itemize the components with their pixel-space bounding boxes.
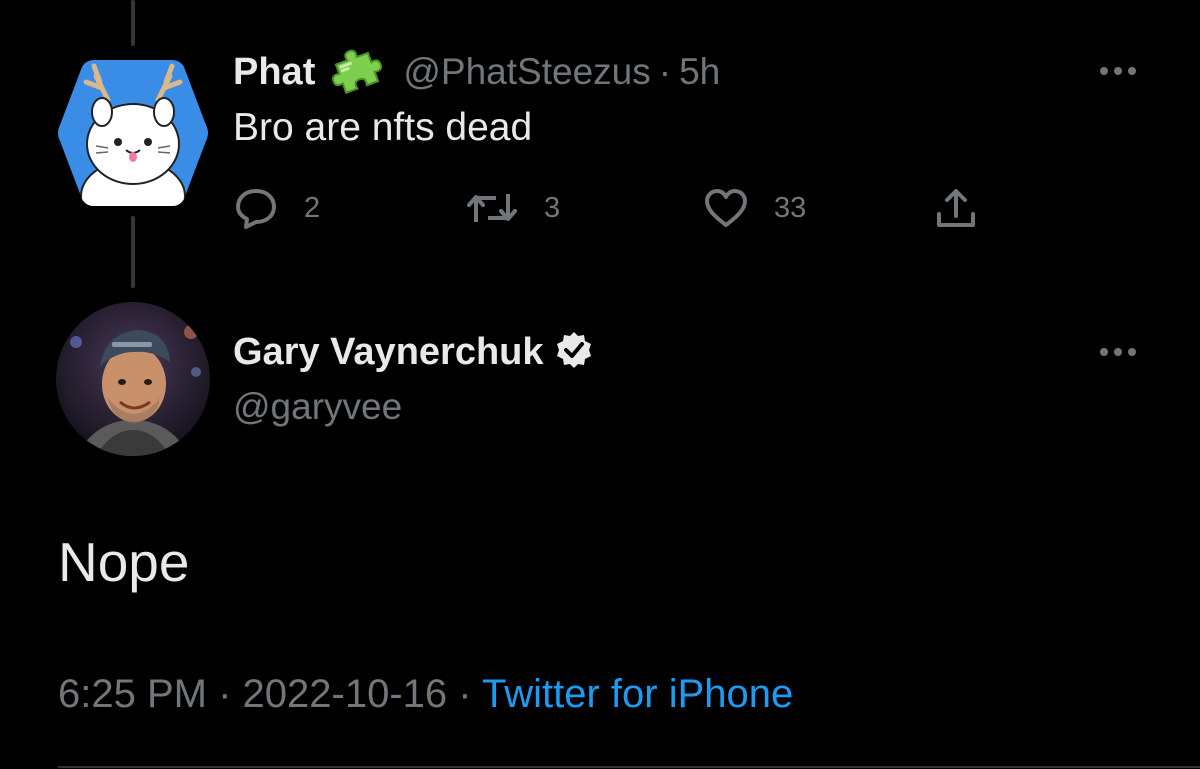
thread-line-top — [131, 0, 135, 46]
retweet-button[interactable]: 3 — [466, 186, 560, 230]
puzzle-piece-icon — [327, 44, 385, 101]
reply-button[interactable]: 2 — [234, 186, 320, 230]
tweet-source-link[interactable]: Twitter for iPhone — [482, 672, 793, 716]
share-button[interactable] — [934, 186, 978, 230]
gary-tweet-text: Nope — [58, 531, 190, 593]
share-upload-icon — [937, 189, 975, 227]
gary-handle[interactable]: @garyvee — [233, 386, 402, 428]
gary-name-row: Gary Vaynerchuk — [233, 326, 594, 378]
meta-separator: · — [218, 672, 232, 716]
like-count: 33 — [774, 191, 807, 224]
more-dots-icon[interactable] — [1098, 64, 1138, 76]
tweet-time[interactable]: 6:25 PM — [58, 672, 207, 716]
phat-name-row: Phat @PhatSteezus · 5h — [233, 46, 720, 98]
retweet-icon — [467, 194, 517, 222]
more-dots-icon[interactable] — [1098, 345, 1138, 357]
retweet-count: 3 — [544, 191, 561, 224]
phat-time-ago[interactable]: 5h — [679, 51, 720, 93]
tweet-meta: 6:25 PM · 2022-10-16 · Twitter for iPhon… — [58, 672, 793, 717]
phat-display-name[interactable]: Phat — [233, 51, 315, 94]
phat-handle[interactable]: @PhatSteezus — [403, 51, 650, 93]
phat-separator: · — [658, 51, 672, 92]
gary-display-name[interactable]: Gary Vaynerchuk — [233, 331, 544, 374]
gary-avatar[interactable] — [56, 302, 210, 456]
verified-badge-icon — [554, 330, 594, 375]
heart-icon — [705, 189, 747, 227]
thread-line-connector — [131, 216, 135, 288]
phat-avatar[interactable] — [56, 56, 210, 210]
phat-tweet-text: Bro are nfts dead — [233, 106, 533, 149]
like-button[interactable]: 33 — [704, 186, 806, 230]
divider — [58, 766, 1200, 768]
meta-separator: · — [458, 672, 472, 716]
reply-bubble-icon — [236, 189, 276, 229]
reply-count: 2 — [304, 191, 321, 224]
tweet-date[interactable]: 2022-10-16 — [243, 672, 448, 716]
